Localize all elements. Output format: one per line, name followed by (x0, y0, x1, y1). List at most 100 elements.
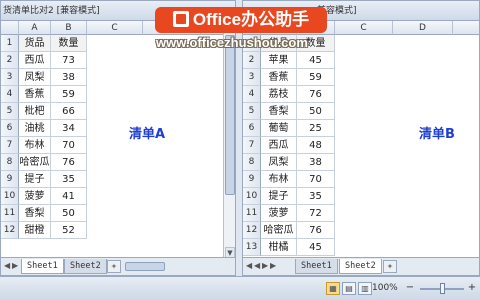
cell-goods[interactable]: 西瓜 (261, 137, 297, 154)
column-header-a[interactable]: A (19, 21, 51, 35)
cell-goods[interactable]: 甜橙 (19, 222, 51, 239)
cell-goods[interactable]: 香蕉 (261, 69, 297, 86)
row-header[interactable]: 9 (1, 171, 19, 188)
cell-quantity[interactable]: 76 (51, 154, 87, 171)
row-header[interactable]: 6 (1, 120, 19, 137)
normal-view-icon[interactable]: ▦ (326, 282, 340, 295)
zoom-level[interactable]: 100% (372, 283, 398, 293)
row-header[interactable]: 4 (1, 86, 19, 103)
column-header-c[interactable]: C (335, 21, 393, 35)
row-header[interactable]: 1 (1, 35, 19, 52)
cell-goods[interactable]: 西瓜 (19, 52, 51, 69)
select-all-corner[interactable] (1, 21, 19, 35)
cell-quantity[interactable]: 59 (297, 69, 335, 86)
cell-goods[interactable]: 油桃 (19, 120, 51, 137)
row-header[interactable]: 12 (1, 222, 19, 239)
cell-quantity[interactable]: 35 (51, 171, 87, 188)
tab-nav-next-icon[interactable]: ▶ (262, 261, 268, 270)
cell-quantity[interactable]: 25 (297, 120, 335, 137)
cell-goods[interactable]: 哈密瓜 (261, 222, 297, 239)
insert-sheet-icon[interactable]: ✦ (107, 260, 121, 273)
column-header-d[interactable]: D (393, 21, 453, 35)
row-header[interactable]: 2 (243, 52, 261, 69)
tab-nav-first-icon[interactable]: ◀ (246, 261, 252, 270)
cell-quantity[interactable]: 45 (297, 239, 335, 256)
cell-quantity[interactable]: 38 (51, 69, 87, 86)
cell-goods[interactable]: 香梨 (19, 205, 51, 222)
header-cell-goods[interactable]: 货品 (19, 35, 51, 52)
cell-quantity[interactable]: 70 (51, 137, 87, 154)
zoom-in-button[interactable]: + (466, 282, 478, 293)
cell-quantity[interactable]: 72 (297, 205, 335, 222)
row-header[interactable]: 7 (1, 137, 19, 154)
insert-sheet-icon[interactable]: ✦ (383, 260, 397, 273)
row-header[interactable]: 11 (1, 205, 19, 222)
row-header[interactable]: 10 (243, 188, 261, 205)
cell-quantity[interactable]: 41 (51, 188, 87, 205)
cell-quantity[interactable]: 34 (51, 120, 87, 137)
column-header-e[interactable] (453, 21, 479, 35)
right-tab-sheet2[interactable]: Sheet2 (339, 259, 382, 274)
cell-quantity[interactable]: 35 (297, 188, 335, 205)
cell-quantity[interactable]: 50 (297, 103, 335, 120)
cell-goods[interactable]: 菠萝 (19, 188, 51, 205)
row-header[interactable]: 4 (243, 86, 261, 103)
column-header-c[interactable]: C (87, 21, 143, 35)
row-header[interactable]: 7 (243, 137, 261, 154)
cell-goods[interactable]: 香蕉 (19, 86, 51, 103)
left-tab-sheet2[interactable]: Sheet2 (64, 259, 107, 274)
cell-goods[interactable]: 哈密瓜 (19, 154, 51, 171)
row-header[interactable]: 8 (1, 154, 19, 171)
cell-quantity[interactable]: 48 (297, 137, 335, 154)
row-header[interactable]: 2 (1, 52, 19, 69)
row-header[interactable]: 10 (1, 188, 19, 205)
left-scroll-thumb[interactable] (225, 35, 235, 195)
page-layout-view-icon[interactable]: ▤ (342, 282, 356, 295)
row-header[interactable]: 5 (1, 103, 19, 120)
cell-quantity[interactable]: 38 (297, 154, 335, 171)
cell-quantity[interactable]: 70 (297, 171, 335, 188)
cell-goods[interactable]: 提子 (261, 188, 297, 205)
cell-goods[interactable]: 菠萝 (261, 205, 297, 222)
row-header[interactable]: 9 (243, 171, 261, 188)
row-header[interactable]: 6 (243, 120, 261, 137)
cell-quantity[interactable]: 76 (297, 86, 335, 103)
header-cell-quantity[interactable]: 数量 (51, 35, 87, 52)
tab-nav-first-icon[interactable]: ◀ (4, 261, 10, 270)
cell-goods[interactable]: 提子 (19, 171, 51, 188)
column-header-b[interactable]: B (51, 21, 87, 35)
row-header[interactable]: 11 (243, 205, 261, 222)
cell-goods[interactable]: 葡萄 (261, 120, 297, 137)
cell-quantity[interactable]: 73 (51, 52, 87, 69)
cell-goods[interactable]: 荔枝 (261, 86, 297, 103)
right-tab-sheet1[interactable]: Sheet1 (295, 259, 338, 274)
zoom-out-button[interactable]: − (404, 282, 416, 293)
row-header[interactable]: 13 (243, 239, 261, 256)
tab-nav-last-icon[interactable]: ▶ (270, 261, 276, 270)
left-vertical-scrollbar[interactable]: ▲ ▼ (223, 21, 235, 259)
row-header[interactable]: 3 (1, 69, 19, 86)
page-break-preview-icon[interactable]: ▥ (358, 282, 372, 295)
tab-nav-prev-icon[interactable]: ◀ (254, 261, 260, 270)
cell-goods[interactable]: 枇杷 (19, 103, 51, 120)
tab-nav-last-icon[interactable]: ▶ (12, 261, 18, 270)
left-horizontal-scroll-thumb[interactable] (125, 262, 165, 271)
cell-quantity[interactable]: 76 (297, 222, 335, 239)
cell-goods[interactable]: 香梨 (261, 103, 297, 120)
cell-quantity[interactable]: 45 (297, 52, 335, 69)
cell-goods[interactable]: 布林 (19, 137, 51, 154)
left-tab-sheet1[interactable]: Sheet1 (21, 259, 64, 274)
row-header[interactable]: 3 (243, 69, 261, 86)
cell-goods[interactable]: 凤梨 (261, 154, 297, 171)
cell-goods[interactable]: 柑橘 (261, 239, 297, 256)
cell-goods[interactable]: 凤梨 (19, 69, 51, 86)
cell-quantity[interactable]: 66 (51, 103, 87, 120)
row-header[interactable]: 5 (243, 103, 261, 120)
zoom-slider-thumb[interactable] (440, 283, 445, 294)
cell-goods[interactable]: 苹果 (261, 52, 297, 69)
cell-quantity[interactable]: 50 (51, 205, 87, 222)
cell-quantity[interactable]: 52 (51, 222, 87, 239)
row-header[interactable]: 12 (243, 222, 261, 239)
cell-quantity[interactable]: 59 (51, 86, 87, 103)
cell-goods[interactable]: 布林 (261, 171, 297, 188)
